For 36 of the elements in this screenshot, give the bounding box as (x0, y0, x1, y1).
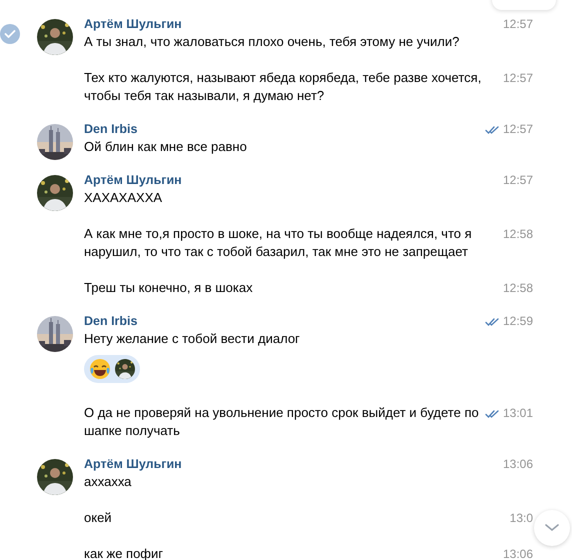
avatar (115, 359, 135, 379)
message-text: ХАХАХАХХА (84, 189, 164, 207)
message-text: Тех кто жалуются, называют ябеда корябеда, тебе разве хочется, чтобы тебя так называли, я думаю нет? (84, 69, 482, 105)
message-time: 13:06 (502, 456, 533, 472)
message-time: 12:58 (502, 280, 533, 297)
scroll-down-button[interactable] (534, 510, 570, 546)
message-text: Треш ты конечно, я в шоках (84, 279, 253, 297)
message-time: 12:57 (502, 172, 533, 189)
message-text: аххахха (84, 472, 132, 490)
author-name[interactable]: Артём Шульгин (84, 171, 182, 189)
select-check-icon[interactable] (0, 24, 20, 44)
message-time: 12:59 (502, 313, 533, 330)
message-text: Ой блин как мне все равно (84, 138, 247, 156)
avatar (37, 458, 73, 494)
message-text: Нету желание с тобой вести диалог (84, 330, 300, 348)
message-text: А как мне то,я просто в шоке, на что ты вообще надеялся, что я нарушил, то что так с тобой базарил, так мне это не запрещает (84, 225, 473, 261)
message-time: 12:57 (502, 121, 533, 138)
laughing-emoji-icon (89, 358, 111, 380)
message-time: 13:0 (510, 510, 533, 526)
message-text: как же пофиг (84, 544, 164, 560)
reaction-pill[interactable] (84, 355, 140, 383)
avatar (37, 19, 73, 55)
message-text: О да не проверяй на увольнение просто срок выйдет и будете по шапке получать (84, 404, 480, 440)
message-text: А ты знал, что жаловаться плохо очень, тебя этому не учили? (84, 33, 460, 51)
message-time: 13:01 (502, 404, 533, 422)
message-time: 12:57 (502, 16, 533, 33)
message-time: 12:58 (502, 226, 533, 243)
author-name[interactable]: Артём Шульгин (84, 15, 460, 33)
author-name[interactable]: Den Irbis (84, 120, 247, 138)
author-name[interactable]: Артём Шульгин (84, 454, 182, 472)
chevron-down-icon (545, 524, 559, 532)
avatar (37, 175, 73, 211)
message-time: 12:57 (502, 70, 533, 87)
message-text: окей (84, 508, 112, 526)
author-name[interactable]: Den Irbis (84, 312, 300, 330)
message-time: 13:06 (502, 546, 533, 560)
